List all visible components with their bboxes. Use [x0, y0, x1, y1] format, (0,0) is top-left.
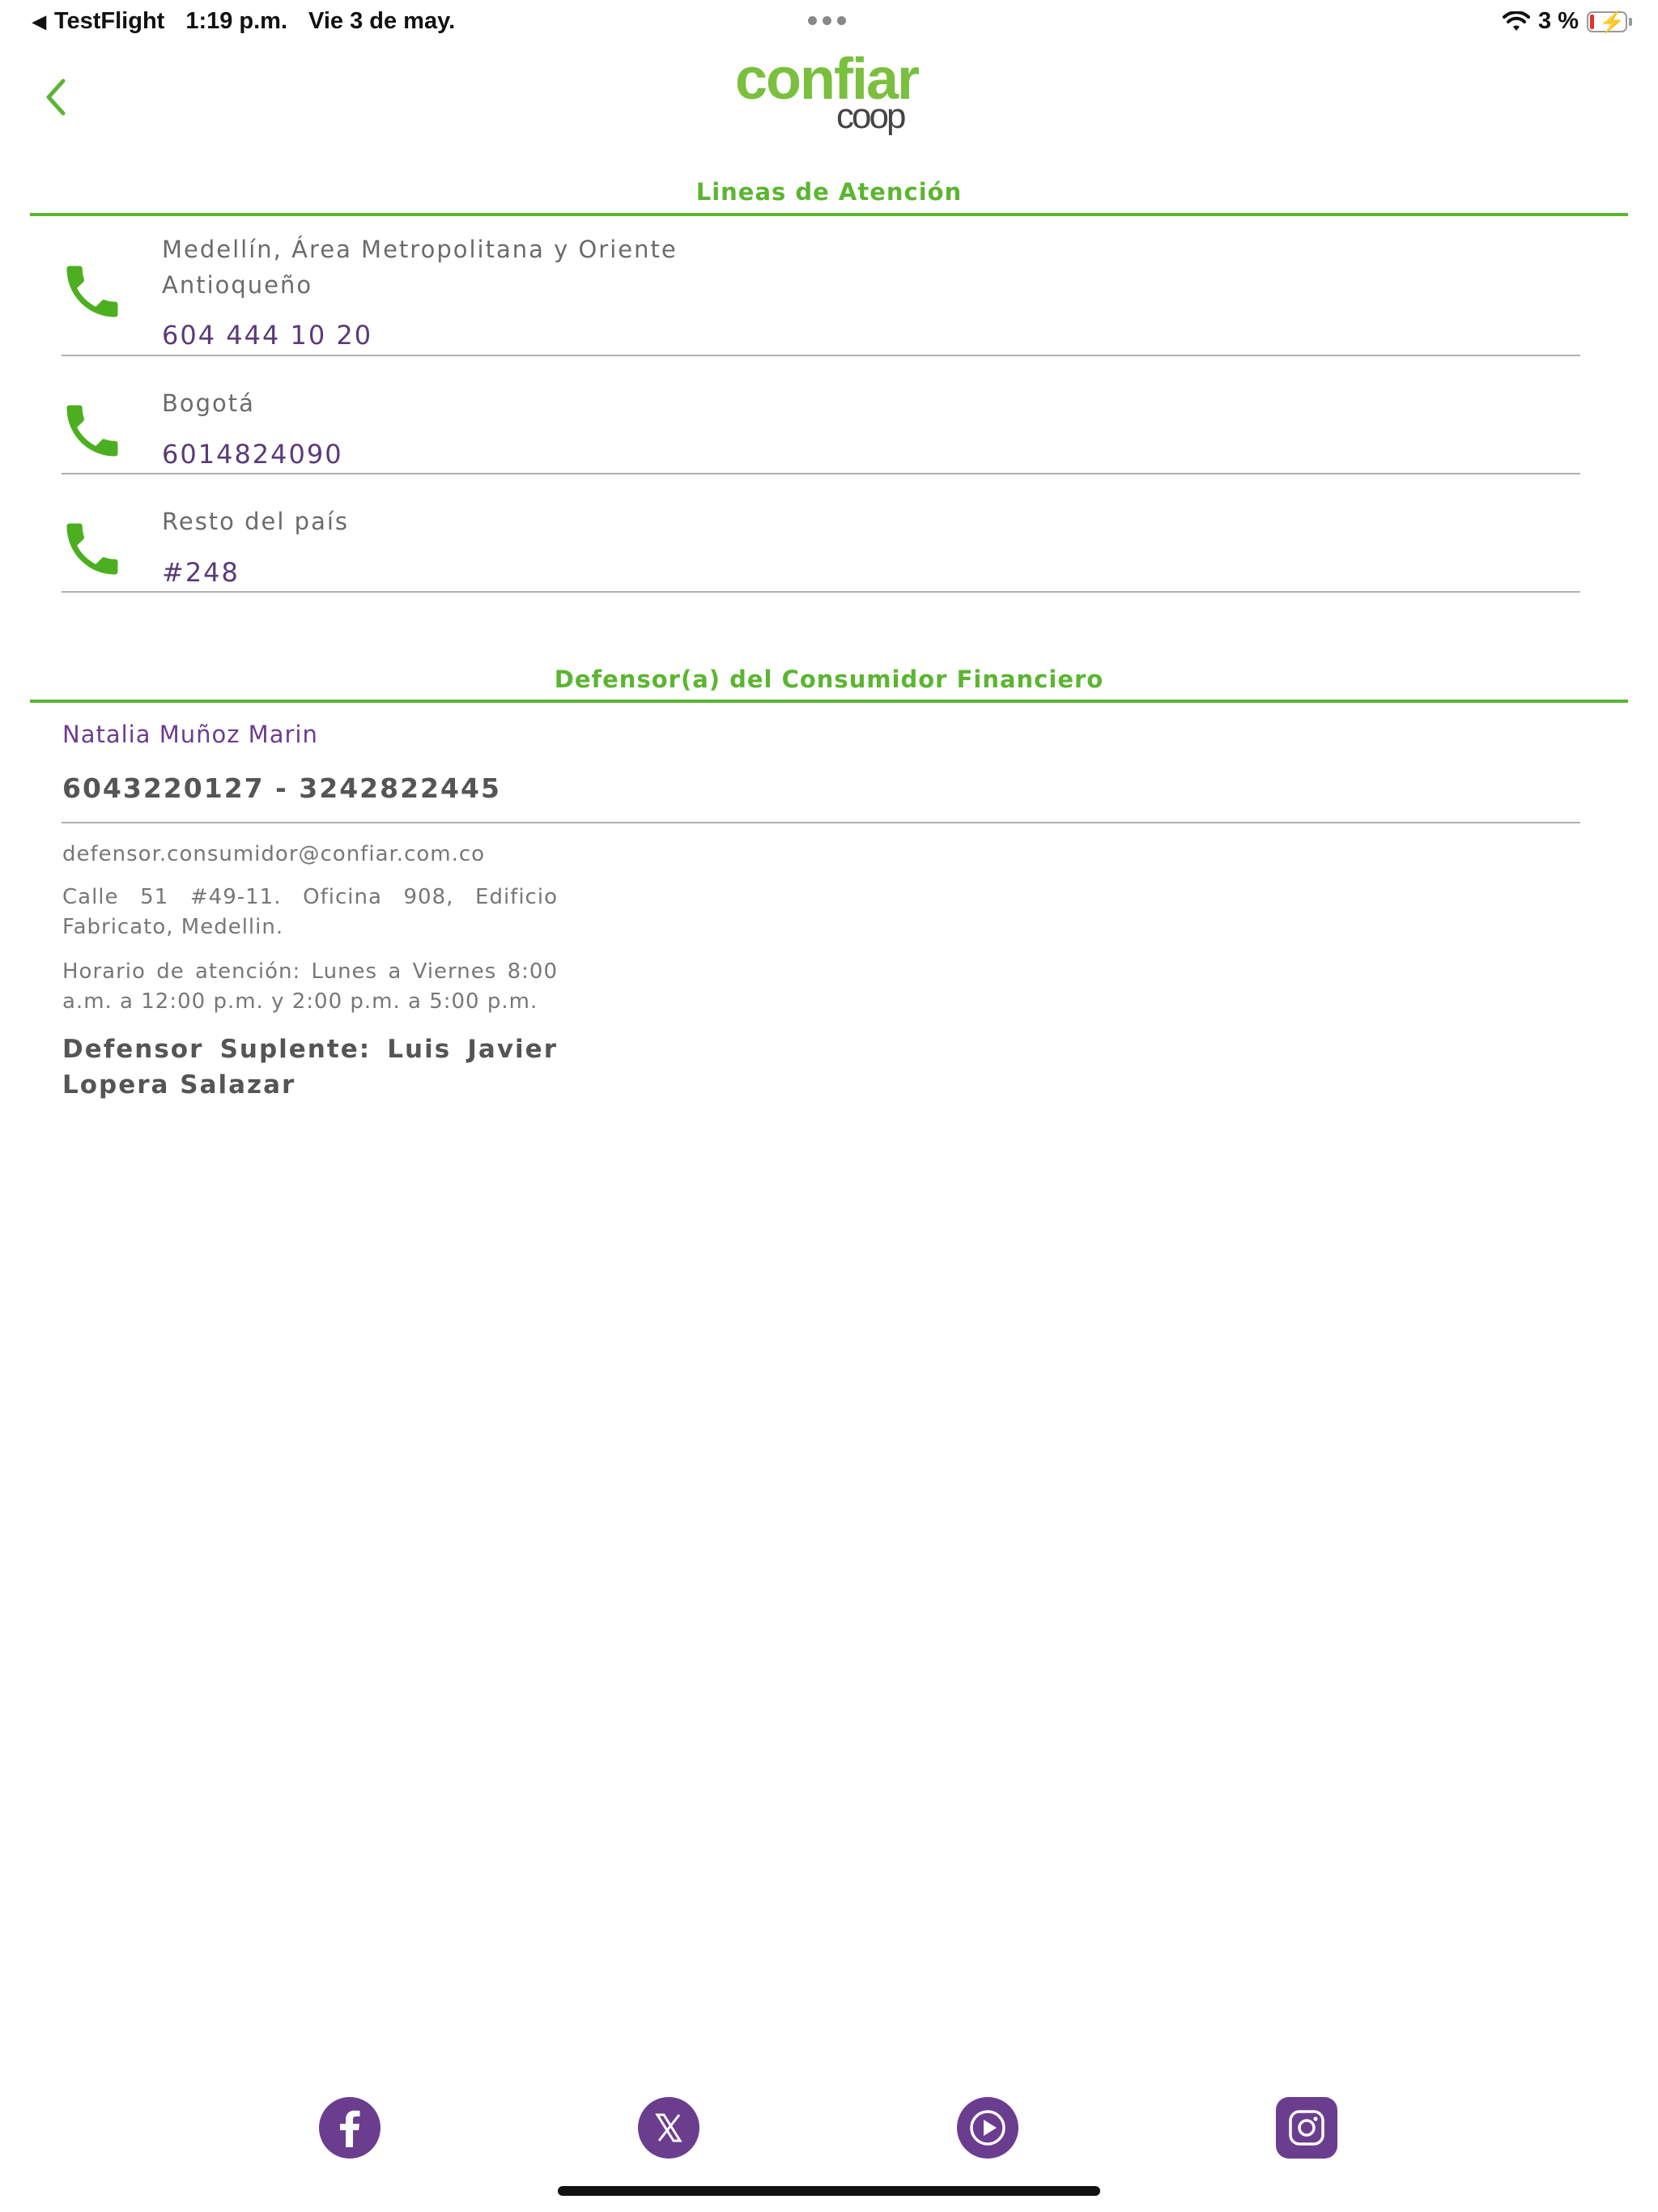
- wifi-icon: [1503, 11, 1531, 31]
- row-divider: [62, 591, 1580, 593]
- line-label-text: Medellín, Área Metropolitana y Oriente: [162, 236, 678, 263]
- home-indicator[interactable]: [558, 2186, 1100, 2196]
- back-to-app-label[interactable]: TestFlight: [54, 8, 164, 35]
- phone-icon[interactable]: [58, 397, 126, 465]
- logo-sub: coop: [836, 96, 906, 136]
- line-label-text: Antioqueño: [162, 271, 313, 299]
- status-date: Vie 3 de may.: [308, 8, 456, 34]
- confiar-logo: confiar coop: [735, 50, 929, 139]
- defensor-address: Calle 51 #49-11. Oficina 908, Edificio F…: [62, 885, 558, 939]
- battery-icon: ⚡: [1587, 10, 1627, 34]
- row-divider: [62, 473, 1580, 474]
- status-time: 1:19 p.m.: [185, 8, 288, 34]
- lines-section-title: Lineas de Atención: [695, 178, 963, 206]
- status-left: ◀ TestFlight 1:19 p.m. Vie 3 de may.: [32, 8, 455, 35]
- youtube-play-icon[interactable]: [957, 2097, 1018, 2159]
- row-divider: [62, 355, 1580, 356]
- defensor-hours: Horario de atención: Lunes a Viernes 8:0…: [62, 959, 558, 1014]
- facebook-icon[interactable]: [319, 2097, 380, 2159]
- instagram-icon[interactable]: [1276, 2097, 1337, 2159]
- line-number[interactable]: 6014824090: [162, 439, 343, 470]
- phone-icon[interactable]: [58, 515, 126, 583]
- section-divider: [30, 700, 1628, 703]
- defensor-section-title: Defensor(a) del Consumidor Financiero: [554, 666, 1104, 693]
- phone-icon[interactable]: [58, 257, 126, 325]
- x-icon[interactable]: [638, 2097, 699, 2159]
- multitasking-dots-icon[interactable]: [808, 16, 846, 25]
- back-to-app-icon[interactable]: ◀: [32, 11, 46, 32]
- defensor-name: Natalia Muñoz Marin: [62, 721, 318, 748]
- defensor-email[interactable]: defensor.consumidor@confiar.com.co: [62, 842, 485, 866]
- line-label: Medellín, Área Metropolitana y Oriente A…: [162, 232, 678, 303]
- back-chevron-icon[interactable]: [39, 73, 74, 121]
- row-divider: [62, 822, 1580, 823]
- line-label: Bogotá: [162, 389, 255, 417]
- defensor-phones[interactable]: 6043220127 - 3242822445: [62, 772, 501, 804]
- line-label: Resto del país: [162, 508, 349, 535]
- defensor-suplente: Defensor Suplente: Luis Javier Lopera Sa…: [62, 1035, 558, 1100]
- status-bar: ◀ TestFlight 1:19 p.m. Vie 3 de may. 3 %…: [0, 0, 1658, 45]
- section-divider: [30, 213, 1628, 216]
- line-number[interactable]: #248: [162, 557, 240, 588]
- status-right: 3 % ⚡: [1503, 8, 1632, 35]
- battery-percent: 3 %: [1538, 8, 1579, 34]
- line-number[interactable]: 604 444 10 20: [162, 320, 372, 351]
